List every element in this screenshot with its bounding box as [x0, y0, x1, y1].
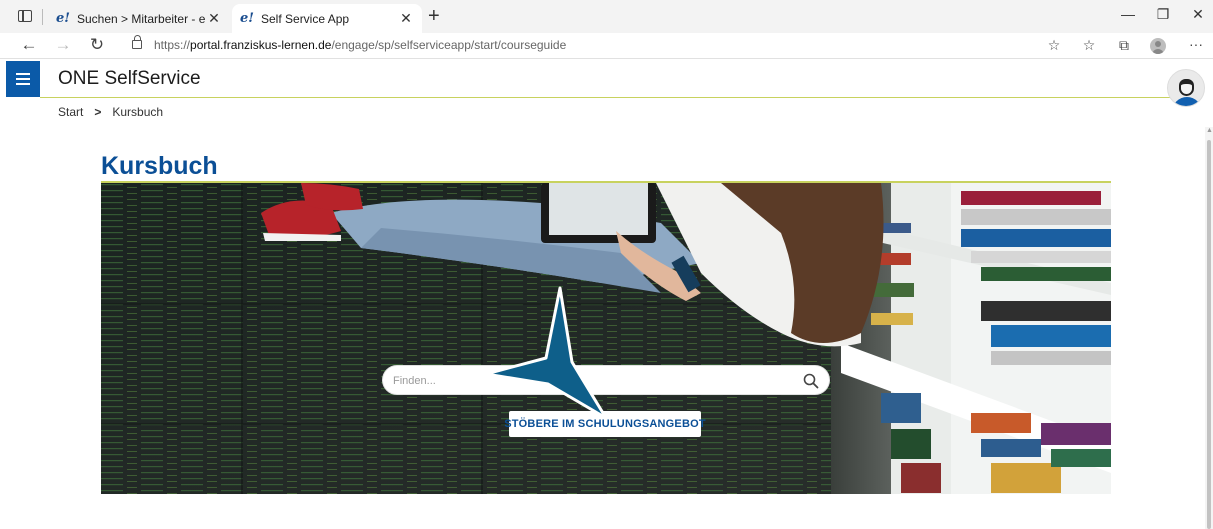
url-field[interactable]: https://portal.franziskus-lernen.de/enga… — [154, 38, 566, 52]
minimize-icon[interactable]: — — [1118, 6, 1138, 22]
breadcrumb: Start > Kursbuch — [58, 105, 163, 119]
hamburger-menu-icon[interactable] — [6, 61, 40, 97]
browser-tab-search[interactable]: e! Suchen > Mitarbeiter - engage! ✕ — [48, 4, 230, 33]
tab-separator — [42, 9, 43, 25]
lock-icon[interactable] — [132, 35, 142, 49]
url-path: /engage/sp/selfserviceapp/start/coursegu… — [331, 38, 567, 52]
tab-title: Suchen > Mitarbeiter - engage! — [77, 11, 206, 26]
more-icon[interactable]: ··· — [1185, 36, 1207, 52]
close-tab-icon[interactable]: ✕ — [206, 10, 222, 27]
tab-title: Self Service App — [261, 11, 350, 26]
add-favorite-icon[interactable]: ☆ — [1043, 37, 1065, 54]
engage-favicon-icon: e! — [240, 11, 254, 26]
header-divider — [40, 97, 1170, 98]
url-host: portal.franziskus-lernen.de — [190, 38, 332, 52]
breadcrumb-start[interactable]: Start — [58, 105, 83, 119]
close-tab-icon[interactable]: ✕ — [398, 10, 414, 27]
new-tab-button[interactable]: + — [428, 5, 440, 28]
close-window-icon[interactable]: ✕ — [1188, 6, 1208, 23]
profile-icon[interactable] — [1150, 38, 1166, 54]
search-icon[interactable] — [802, 372, 820, 390]
scrollbar-thumb[interactable] — [1207, 140, 1211, 529]
breadcrumb-separator-icon: > — [94, 105, 102, 119]
reload-icon[interactable]: ↻ — [86, 35, 108, 55]
collections-icon[interactable]: ⧉ — [1113, 37, 1135, 54]
page-title: Kursbuch — [101, 152, 218, 180]
tab-actions-icon[interactable] — [18, 10, 32, 22]
user-avatar[interactable] — [1167, 69, 1205, 107]
pointer-arrow-icon — [484, 286, 608, 420]
browser-address-bar: ← → ↻ https://portal.franziskus-lernen.d… — [0, 33, 1213, 59]
favorites-icon[interactable]: ☆ — [1078, 37, 1100, 54]
avatar-face — [1179, 79, 1194, 96]
engage-favicon-icon: e! — [56, 11, 70, 26]
app-title: ONE SelfService — [58, 68, 201, 89]
browser-tab-self-service[interactable]: e! Self Service App ✕ — [232, 4, 422, 33]
browser-tab-strip: e! Suchen > Mitarbeiter - engage! ✕ e! S… — [0, 0, 1213, 33]
maximize-icon[interactable]: ❐ — [1153, 6, 1173, 23]
url-scheme: https:// — [154, 38, 191, 52]
forward-icon[interactable]: → — [52, 35, 74, 55]
avatar-body — [1172, 97, 1202, 106]
scroll-up-icon[interactable]: ▲ — [1206, 127, 1213, 134]
breadcrumb-kursbuch: Kursbuch — [112, 105, 164, 119]
back-icon[interactable]: ← — [18, 35, 40, 55]
